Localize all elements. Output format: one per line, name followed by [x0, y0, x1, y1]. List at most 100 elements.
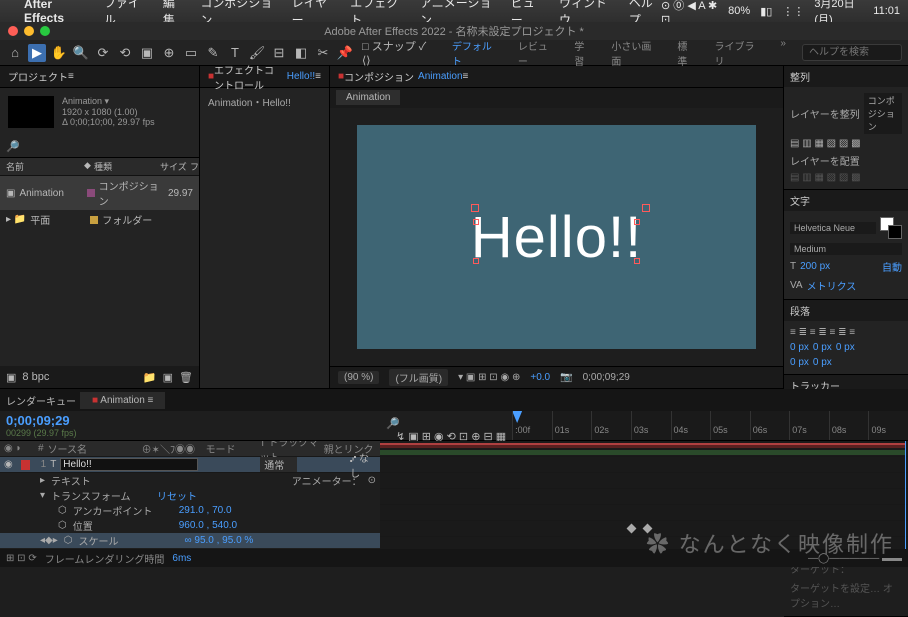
- puppet-tool-icon[interactable]: 📌: [336, 44, 354, 62]
- shape-tool-icon[interactable]: ▭: [182, 44, 200, 62]
- clone-tool-icon[interactable]: ⊟: [270, 44, 288, 62]
- text-layer-preview[interactable]: Hello!!: [471, 204, 642, 271]
- eraser-tool-icon[interactable]: ◧: [292, 44, 310, 62]
- leading-field[interactable]: 自動: [882, 259, 902, 274]
- trash-icon[interactable]: 🗑: [179, 371, 193, 384]
- search-icon[interactable]: 🔎: [6, 141, 20, 153]
- align-panel-title[interactable]: 整列: [784, 66, 908, 87]
- mac-menubar: After Effects ファイル 編集 コンポジション レイヤー エフェクト…: [0, 0, 908, 22]
- maximize-icon[interactable]: [40, 26, 50, 36]
- animator-add[interactable]: アニメーター：: [292, 473, 362, 488]
- transform-handle[interactable]: [634, 258, 640, 264]
- zoom-tool-icon[interactable]: 🔍: [72, 44, 90, 62]
- layer-color[interactable]: [21, 460, 30, 470]
- selection-tool-icon[interactable]: ▶: [28, 44, 46, 62]
- timeline-comp-tab[interactable]: Animation: [100, 395, 144, 406]
- current-timecode[interactable]: 0;00;09;29: [6, 413, 374, 428]
- font-size-field[interactable]: 200 px: [800, 261, 830, 272]
- effects-tab[interactable]: エフェクトコントロール: [214, 62, 283, 92]
- new-folder-icon[interactable]: 📁: [143, 371, 157, 384]
- keyframe-icon[interactable]: [643, 524, 653, 534]
- col-name[interactable]: 名前: [6, 160, 84, 173]
- weight-dropdown[interactable]: Medium: [790, 243, 902, 255]
- timeline-search-icon[interactable]: 🔎: [386, 417, 506, 430]
- align-target-dropdown[interactable]: コンポジション: [864, 93, 902, 134]
- twirl-icon[interactable]: ▾: [40, 490, 45, 501]
- distribute-buttons[interactable]: ▤ ▥ ▦ ▧ ▨ ▩: [790, 170, 902, 185]
- text-tool-icon[interactable]: T: [226, 44, 244, 62]
- close-icon[interactable]: [8, 26, 18, 36]
- orbit-tool-icon[interactable]: ⟳: [94, 44, 112, 62]
- project-row-solids[interactable]: ▸ 📁 平面 フォルダー: [0, 210, 199, 229]
- indent-right[interactable]: 0 px: [836, 342, 855, 353]
- canvas-area[interactable]: Hello!!: [330, 108, 783, 366]
- indent-left[interactable]: 0 px: [790, 342, 809, 353]
- align-buttons[interactable]: ▤ ▥ ▦ ▧ ▨ ▩: [790, 136, 902, 151]
- timeline-tracks[interactable]: [380, 441, 908, 549]
- keyframe-icon[interactable]: [627, 524, 637, 534]
- bpc-toggle[interactable]: 8 bpc: [22, 371, 49, 383]
- new-comp-icon[interactable]: ▣: [163, 371, 173, 384]
- pan-behind-tool-icon[interactable]: ⊕: [160, 44, 178, 62]
- keyframe-nav[interactable]: ◂◆▸: [40, 535, 58, 546]
- space-before[interactable]: 0 px: [790, 357, 809, 368]
- interpret-icon[interactable]: ▣: [6, 371, 16, 384]
- toggle-switches-icon[interactable]: ⊞ ⊡ ⟳: [6, 553, 37, 564]
- transform-handle[interactable]: [473, 219, 479, 225]
- character-panel-title[interactable]: 文字: [784, 190, 908, 211]
- layer-row-1[interactable]: ◉ 1 T 通常 ⑇ なし: [0, 457, 380, 473]
- brush-tool-icon[interactable]: 🖌: [248, 44, 266, 62]
- zoom-dropdown[interactable]: (90 %): [338, 371, 379, 384]
- twirl-icon[interactable]: ▸: [40, 475, 45, 486]
- composition-canvas[interactable]: Hello!!: [357, 125, 755, 349]
- traffic-lights[interactable]: [8, 26, 50, 36]
- project-tab[interactable]: プロジェクト: [8, 69, 68, 84]
- camera-tool-icon[interactable]: ▣: [138, 44, 156, 62]
- snap-toggle[interactable]: □ スナップ ✓ ⟨⟩: [362, 38, 436, 67]
- pen-tool-icon[interactable]: ✎: [204, 44, 222, 62]
- viewer-comp-link[interactable]: Animation: [418, 71, 462, 82]
- hand-tool-icon[interactable]: ✋: [50, 44, 68, 62]
- col-size[interactable]: サイズ: [160, 160, 190, 173]
- col-mode[interactable]: モード: [206, 441, 256, 456]
- exposure-value[interactable]: +0.0: [530, 372, 550, 383]
- tracking-field[interactable]: メトリクス: [807, 278, 857, 293]
- add-icon[interactable]: ⊙: [368, 475, 376, 486]
- para-align-buttons[interactable]: ≡ ≣ ≡ ≣ ≡ ≣ ≡: [790, 325, 902, 340]
- scale-value[interactable]: ∞ 95.0 , 95.0 %: [184, 535, 253, 546]
- layer-name-input[interactable]: [60, 458, 198, 471]
- snapshot-icon[interactable]: 📷: [560, 372, 572, 383]
- fill-stroke-swatch[interactable]: [880, 217, 902, 239]
- playhead-line[interactable]: [905, 441, 906, 549]
- col-source[interactable]: ソース名: [48, 441, 138, 456]
- home-icon[interactable]: ⌂: [6, 44, 24, 62]
- position-value[interactable]: 960.0 , 540.0: [179, 520, 237, 531]
- comp-icon: ▣: [6, 188, 15, 199]
- space-after[interactable]: 0 px: [813, 357, 832, 368]
- viewer-timecode[interactable]: 0;00;09;29: [583, 372, 630, 383]
- comp-tab[interactable]: Animation: [336, 90, 400, 105]
- col-type[interactable]: 種類: [94, 160, 160, 173]
- quality-dropdown[interactable]: (フル画質): [389, 369, 448, 386]
- rotate-tool-icon[interactable]: ⟲: [116, 44, 134, 62]
- comp-name[interactable]: Animation ▾: [62, 96, 155, 107]
- transform-handle[interactable]: [473, 258, 479, 264]
- roto-tool-icon[interactable]: ✂: [314, 44, 332, 62]
- comp-thumbnail[interactable]: [8, 96, 54, 128]
- viewer-icons[interactable]: ▾ ▣ ⊞ ⊡ ◉ ⊕: [458, 372, 520, 383]
- transform-handle[interactable]: [634, 219, 640, 225]
- anchor-value[interactable]: 291.0 , 70.0: [179, 505, 232, 516]
- font-dropdown[interactable]: Helvetica Neue: [790, 222, 876, 234]
- reset-link[interactable]: リセット: [157, 488, 197, 503]
- indent-first[interactable]: 0 px: [813, 342, 832, 353]
- minimize-icon[interactable]: [24, 26, 34, 36]
- time-ruler[interactable]: :00f01s02s03s04s05s06s07s08s09s: [512, 411, 908, 440]
- project-row-animation[interactable]: ▣ Animation コンポジション 29.97: [0, 176, 199, 210]
- render-queue-tab[interactable]: レンダーキュー: [6, 393, 76, 408]
- paragraph-panel-title[interactable]: 段落: [784, 300, 908, 321]
- col-tag-icon[interactable]: ◆: [84, 160, 94, 173]
- blend-mode-dropdown[interactable]: 通常: [260, 457, 297, 472]
- zoom-slider[interactable]: —◯————— ▬▬: [808, 553, 902, 564]
- viewer-tab-prefix[interactable]: コンポジション: [344, 69, 414, 84]
- help-search-input[interactable]: [802, 44, 902, 61]
